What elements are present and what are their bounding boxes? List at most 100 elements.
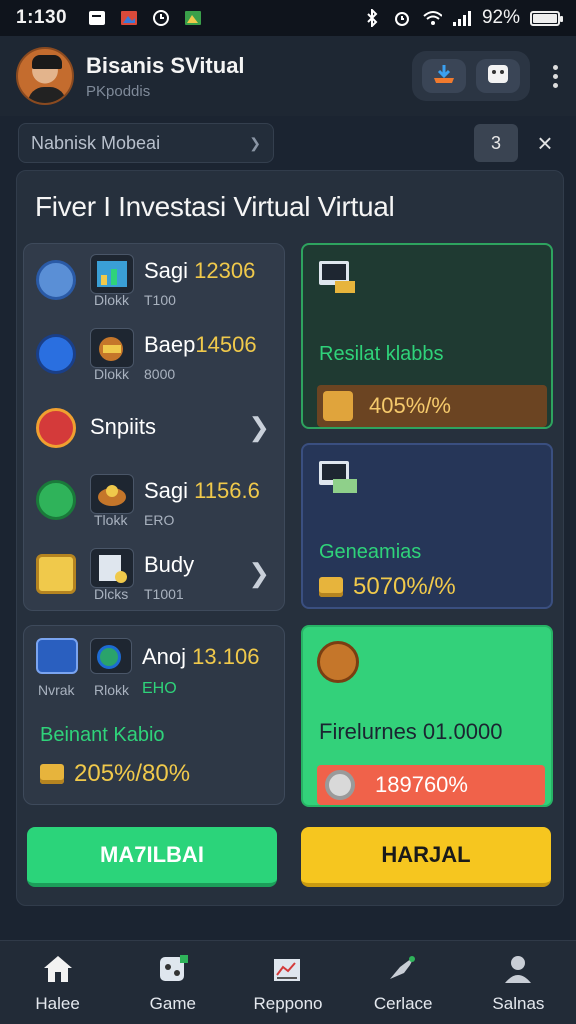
alarm-icon xyxy=(392,8,412,28)
app-subtitle: PKpoddis xyxy=(86,82,151,100)
game-icon xyxy=(485,62,511,91)
list-item-name: Baep14506 xyxy=(144,332,257,357)
nav-label: Game xyxy=(149,993,196,1013)
bluetooth-icon xyxy=(362,8,382,28)
nav-label: Cerlace xyxy=(373,993,433,1013)
nav-label: Halee xyxy=(35,993,80,1013)
list-item-value: ERO xyxy=(144,512,175,528)
asset-card-value: EHO xyxy=(142,680,177,697)
asset-card-tag: Rlokk xyxy=(94,682,130,698)
more-options-icon[interactable] xyxy=(550,64,560,88)
investment-panel: Fiver I Investasi Virtual Virtual Sagi 1… xyxy=(16,170,564,906)
asset-card-subtitle: Beinant Kabio xyxy=(40,724,165,746)
status-time: 1:130 xyxy=(16,7,68,28)
home-icon xyxy=(41,952,75,986)
globe-icon xyxy=(90,638,132,674)
game-icon xyxy=(156,952,190,986)
list-item-tag: Dlokk xyxy=(94,292,130,308)
laptop-icon xyxy=(36,638,78,674)
chart-icon xyxy=(90,254,134,294)
stats-tile-a[interactable]: Resilat klabbs 405%/% xyxy=(301,243,553,429)
box-icon xyxy=(90,548,134,588)
list-item[interactable]: Sagi 12306 Dlokk T100 xyxy=(24,248,286,318)
tile-label: Resilat klabbs xyxy=(319,343,444,365)
bowl-icon xyxy=(90,474,134,514)
app-title: Bisanis SVitual xyxy=(86,52,245,78)
search-row: Nabnisk Mobeai ❯ 3 × xyxy=(18,122,558,164)
list-item[interactable]: Budy Dlcks T1001 ❯ xyxy=(24,542,286,612)
download-icon xyxy=(431,63,457,90)
nav-item-profile[interactable]: Salnas xyxy=(461,941,576,1024)
coin-icon xyxy=(40,764,64,784)
list-item-tag: Tlokk xyxy=(94,512,128,528)
list-item-name: Snpiits xyxy=(90,414,157,439)
chevron-right-icon: ❯ xyxy=(248,412,270,442)
nav-item-cerlace[interactable]: Cerlace xyxy=(346,941,461,1024)
chevron-right-icon: ❯ xyxy=(249,134,261,151)
panel-title: Fiver I Investasi Virtual Virtual xyxy=(35,191,395,222)
profile-icon xyxy=(501,952,535,986)
primary-button[interactable]: MA7ILBAI xyxy=(27,827,277,887)
coin-icon xyxy=(319,577,343,597)
list-item-value: T1001 xyxy=(144,586,184,602)
status-bar: 1:130 92% xyxy=(0,0,576,36)
list-item[interactable]: Sagi 1156.6 Tlokk ERO xyxy=(24,468,286,538)
asset-card-tag: Nvrak xyxy=(38,682,75,698)
nav-item-home[interactable]: Halee xyxy=(0,941,115,1024)
signal-icon xyxy=(452,8,472,28)
tile-label: Geneamias xyxy=(319,541,422,563)
blade-icon xyxy=(36,334,76,374)
monitor-icon xyxy=(317,459,359,497)
clock-icon xyxy=(151,8,171,28)
app-icon xyxy=(183,8,203,28)
rocket-icon xyxy=(386,952,420,986)
nav-item-game[interactable]: Game xyxy=(115,941,230,1024)
coin-box-icon xyxy=(323,391,353,421)
coin-icon xyxy=(317,641,359,683)
tile-progress: 189760% xyxy=(317,765,545,805)
leaf-icon xyxy=(36,480,76,520)
counter-badge[interactable]: 3 xyxy=(474,124,518,162)
nav-label: Salnas xyxy=(492,993,545,1013)
list-item-value: 8000 xyxy=(144,366,176,382)
battery-icon xyxy=(530,10,563,26)
header-actions xyxy=(412,51,530,101)
asset-card-percent: 205%/80% xyxy=(40,760,190,788)
chevron-right-icon: ❯ xyxy=(248,558,270,588)
game-button[interactable] xyxy=(476,59,520,93)
treasure-icon xyxy=(90,328,134,368)
list-item-name: Sagi 12306 xyxy=(144,258,256,283)
tile-percent: 5070%/% xyxy=(319,573,456,601)
asset-card[interactable]: Anoj 13.106 Nvrak Rlokk EHO Beinant Kabi… xyxy=(23,625,285,805)
asset-card-name: Anoj 13.106 xyxy=(142,644,260,669)
list-item[interactable]: Snpiits ❯ xyxy=(24,396,286,466)
list-item-name: Budy xyxy=(144,552,195,577)
gallery-icon xyxy=(119,8,139,28)
stats-tile-c[interactable]: Firelurnes 01.0000 189760% xyxy=(301,625,553,807)
list-item-name: Sagi 1156.6 xyxy=(144,478,260,503)
ring-icon xyxy=(325,770,355,800)
app-header: Bisanis SVitual PKpoddis xyxy=(0,36,576,116)
asset-list: Sagi 12306 Dlokk T100 Baep14506 Dlokk 80… xyxy=(23,243,285,611)
bottom-nav: Halee Game Reppono Cerlace Salnas xyxy=(0,940,576,1024)
nav-item-report[interactable]: Reppono xyxy=(230,941,345,1024)
monitor-icon xyxy=(317,259,359,297)
search-input[interactable]: Nabnisk Mobeai ❯ xyxy=(18,123,274,163)
search-value: Nabnisk Mobeai xyxy=(31,132,161,153)
battery-text: 92% xyxy=(481,7,520,28)
tile-label: Firelurnes 01.0000 xyxy=(319,719,503,744)
download-button[interactable] xyxy=(422,59,466,93)
gold-stack-icon xyxy=(36,554,76,594)
stats-tile-b[interactable]: Geneamias 5070%/% xyxy=(301,443,553,609)
feather-icon xyxy=(36,260,76,300)
notification-icon xyxy=(87,8,107,28)
list-item-tag: Dlcks xyxy=(94,586,129,602)
avatar[interactable] xyxy=(16,47,74,105)
tile-progress: 405%/% xyxy=(317,385,547,427)
close-icon[interactable]: × xyxy=(532,128,558,158)
secondary-button[interactable]: HARJAL xyxy=(301,827,551,887)
wifi-icon xyxy=(422,8,442,28)
list-item[interactable]: Baep14506 Dlokk 8000 xyxy=(24,322,286,392)
list-item-tag: Dlokk xyxy=(94,366,130,382)
list-item-value: T100 xyxy=(144,292,176,308)
